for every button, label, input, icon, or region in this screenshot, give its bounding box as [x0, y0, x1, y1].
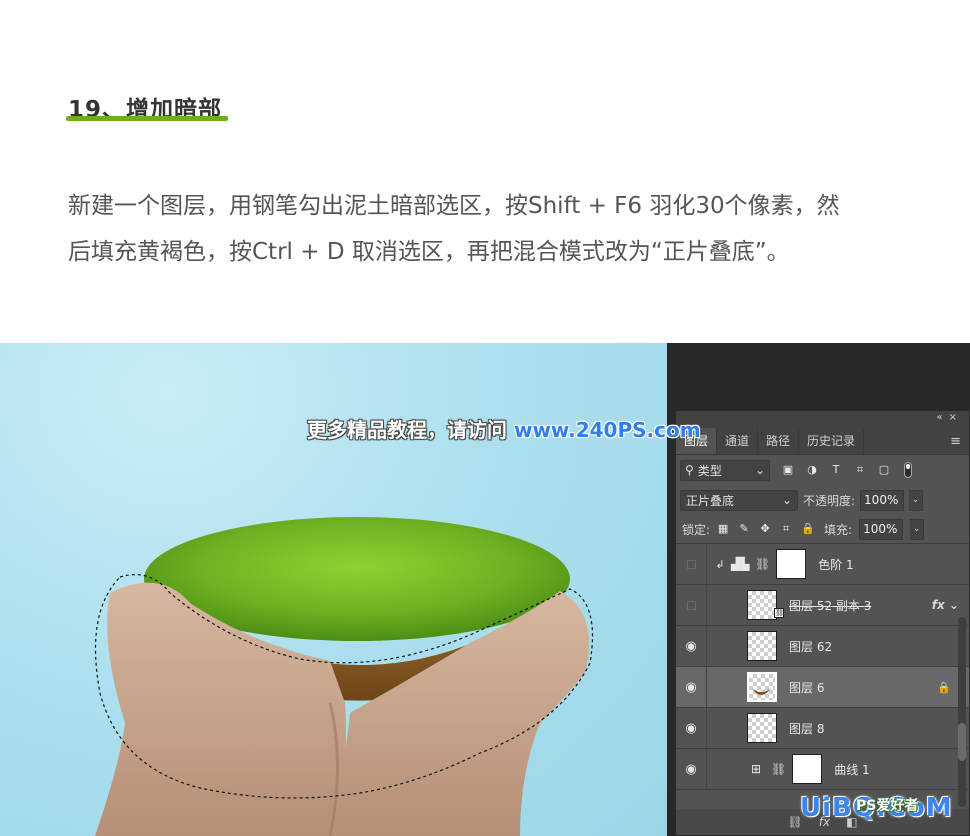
visibility-toggle[interactable] — [676, 544, 707, 584]
layers-list: ↲ ▟▙ ⛓ 色阶 1 ⛓ 图层 52 副本 3 fx ⌄ ◉ 图层 62 ◉ … — [676, 544, 969, 790]
layer-body: 图层 8 — [707, 708, 969, 748]
layer-row-levels[interactable]: ↲ ▟▙ ⛓ 色阶 1 — [676, 544, 969, 585]
eye-icon: ◉ — [685, 720, 697, 736]
opacity-label: 不透明度: — [803, 493, 856, 508]
visibility-toggle[interactable]: ◉ — [676, 749, 707, 789]
smart-object-badge-icon: ⛓ — [774, 608, 784, 618]
chain-link-icon[interactable]: ⛓ — [771, 762, 786, 776]
visibility-empty-icon — [686, 600, 696, 610]
filter-toggle-switch[interactable] — [904, 462, 912, 478]
levels-icon: ▟▙ — [731, 557, 750, 571]
lock-row: 锁定: ▦ ✎ ✥ ⌗ 🔒 填充: 100% ⌄ — [676, 515, 969, 544]
visibility-toggle[interactable] — [676, 585, 707, 625]
panel-collapse-icon[interactable]: «× — [937, 412, 964, 423]
visibility-toggle[interactable]: ◉ — [676, 708, 707, 748]
clipping-arrow-icon: ↲ — [715, 557, 725, 571]
kind-filter-select[interactable]: ⚲ 类型 ⌄ — [680, 459, 770, 481]
lock-artboard-icon[interactable]: ⌗ — [780, 523, 792, 535]
watermark: 更多精品教程，请访问 www.240PS.com — [307, 414, 701, 446]
layers-panel: «× 图层 通道 路径 历史记录 ≡ ⚲ 类型 ⌄ ▣ ◑ T ⌗ ▢ 正片叠底… — [675, 410, 970, 836]
layer-row-8[interactable]: ◉ 图层 8 — [676, 708, 969, 749]
filter-row: ⚲ 类型 ⌄ ▣ ◑ T ⌗ ▢ — [676, 455, 969, 485]
layer-name[interactable]: 图层 8 — [789, 720, 824, 737]
layer-body: ⛓ 图层 52 副本 3 fx ⌄ — [707, 585, 969, 625]
panel-topbar: «× — [676, 411, 969, 428]
layer-thumbnail[interactable]: ⛓ — [747, 590, 784, 620]
fill-label: 填充: — [824, 522, 853, 537]
visibility-toggle[interactable]: ◉ — [676, 626, 707, 666]
layer-lock-icon: 🔒 — [937, 680, 951, 694]
panel-menu-icon[interactable]: ≡ — [950, 434, 961, 449]
panel-tabs: 图层 通道 路径 历史记录 ≡ — [676, 428, 969, 455]
tab-paths[interactable]: 路径 — [758, 428, 800, 454]
fill-input[interactable]: 100% — [859, 518, 904, 540]
blend-mode-value: 正片叠底 — [686, 493, 735, 508]
layer-name[interactable]: 曲线 1 — [834, 761, 869, 778]
tab-history[interactable]: 历史记录 — [799, 428, 865, 454]
lock-transparency-icon[interactable]: ▦ — [717, 523, 729, 535]
layer-thumbnail[interactable] — [747, 713, 777, 743]
tab-channels[interactable]: 通道 — [717, 428, 759, 454]
chevron-down-icon: ⌄ — [754, 463, 765, 477]
site-logo-subtitle: PS爱好者 — [856, 798, 919, 814]
lock-label: 锁定: — [682, 522, 711, 537]
lock-position-icon[interactable]: ✥ — [759, 523, 771, 535]
eye-icon: ◉ — [685, 761, 697, 777]
chain-link-icon[interactable]: ⛓ — [755, 557, 770, 571]
blend-row: 正片叠底 ⌄ 不透明度: 100% ⌄ — [676, 485, 969, 515]
scrollbar-handle[interactable] — [958, 723, 966, 761]
kind-filter-label: 类型 — [697, 463, 722, 478]
filter-icons: ▣ ◑ T ⌗ ▢ — [782, 462, 912, 478]
shape-filter-icon[interactable]: ⌗ — [854, 464, 866, 476]
eye-icon: ◉ — [685, 638, 697, 654]
watermark-url: www.240PS.com — [513, 418, 701, 442]
layer-name[interactable]: 图层 6 — [789, 679, 824, 696]
description-line-2: 后填充黄褐色，按Ctrl + D 取消选区，再把混合模式改为“正片叠底”。 — [68, 239, 790, 265]
visibility-empty-icon — [686, 559, 696, 569]
fx-icon[interactable]: fx ⌄ — [932, 598, 959, 612]
layer-name[interactable]: 图层 62 — [789, 638, 832, 655]
lock-icons: ▦ ✎ ✥ ⌗ 🔒 — [717, 523, 815, 535]
type-filter-icon[interactable]: T — [830, 464, 842, 476]
layer-mask-thumbnail[interactable] — [792, 754, 823, 784]
layer-body: ⊞ ⛓ 曲线 1 — [707, 749, 969, 789]
curves-icon: ⊞ — [750, 762, 762, 776]
layer-row-62[interactable]: ◉ 图层 62 — [676, 626, 969, 667]
layer-body: ↲ ▟▙ ⛓ 色阶 1 — [707, 544, 969, 584]
soil-thumbnail-icon — [753, 688, 771, 695]
pixel-filter-icon[interactable]: ▣ — [782, 464, 794, 476]
layers-scrollbar[interactable] — [958, 617, 966, 807]
title-underline — [66, 116, 228, 121]
description-line-1: 新建一个图层，用钢笔勾出泥土暗部选区，按Shift + F6 羽化30个像素，然 — [68, 193, 840, 219]
lock-all-icon[interactable]: 🔒 — [801, 523, 815, 535]
smart-object-filter-icon[interactable]: ▢ — [878, 464, 890, 476]
visibility-toggle[interactable]: ◉ — [676, 667, 707, 707]
layer-row-52-copy3[interactable]: ⛓ 图层 52 副本 3 fx ⌄ — [676, 585, 969, 626]
opacity-dropdown-icon[interactable]: ⌄ — [909, 489, 924, 511]
layer-name[interactable]: 色阶 1 — [818, 556, 853, 573]
layer-body: 图层 6 🔒 — [707, 667, 969, 707]
layer-thumbnail[interactable] — [747, 631, 777, 661]
layer-mask-thumbnail[interactable] — [776, 549, 807, 579]
blend-mode-select[interactable]: 正片叠底 ⌄ — [680, 489, 798, 511]
chevron-down-icon: ⌄ — [781, 493, 792, 507]
opacity-input[interactable]: 100% — [860, 489, 905, 511]
layer-body: 图层 62 — [707, 626, 969, 666]
search-icon: ⚲ — [685, 463, 694, 477]
adjustment-filter-icon[interactable]: ◑ — [806, 464, 818, 476]
step-description: 新建一个图层，用钢笔勾出泥土暗部选区，按Shift + F6 羽化30个像素，然… — [68, 183, 918, 275]
eye-icon: ◉ — [685, 679, 697, 695]
fill-dropdown-icon[interactable]: ⌄ — [910, 518, 925, 540]
layer-row-6[interactable]: ◉ 图层 6 🔒 — [676, 667, 969, 708]
watermark-text: 更多精品教程，请访问 — [307, 418, 507, 442]
lock-brush-icon[interactable]: ✎ — [738, 523, 750, 535]
layer-thumbnail-selected[interactable] — [747, 672, 777, 702]
layer-name[interactable]: 图层 52 副本 3 — [789, 597, 871, 614]
layer-row-curves[interactable]: ◉ ⊞ ⛓ 曲线 1 — [676, 749, 969, 790]
